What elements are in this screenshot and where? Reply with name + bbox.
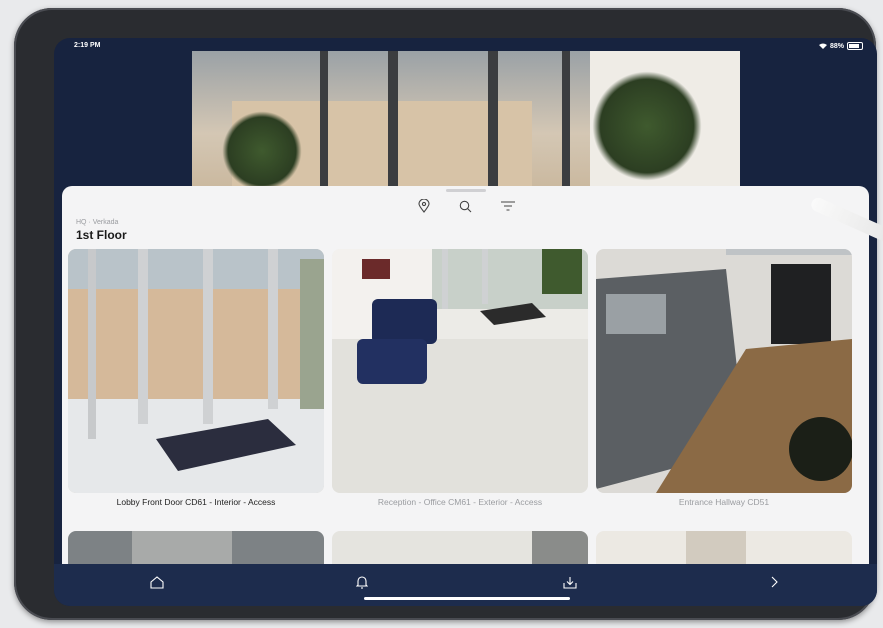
ipad-device: 2:19 PM 88% HQ · Verkada 1st Floor Lobby… bbox=[14, 8, 877, 620]
camera-thumbnail bbox=[332, 249, 588, 493]
search-icon[interactable] bbox=[458, 198, 474, 214]
filter-icon[interactable] bbox=[500, 198, 516, 214]
camera-label[interactable]: Entrance Hallway CD51 bbox=[596, 497, 852, 507]
camera-thumbnail bbox=[532, 531, 588, 564]
chevron-right-icon[interactable] bbox=[764, 572, 784, 592]
download-icon[interactable] bbox=[560, 572, 580, 592]
battery-percent: 88% bbox=[829, 42, 844, 50]
camera-tile[interactable] bbox=[596, 531, 852, 564]
tab-bar bbox=[54, 564, 877, 606]
camera-tile[interactable] bbox=[332, 249, 588, 493]
door-frame bbox=[388, 51, 398, 201]
status-right: 88% bbox=[818, 42, 863, 50]
camera-tile[interactable] bbox=[596, 249, 852, 493]
camera-tile[interactable] bbox=[68, 249, 324, 493]
page-title: 1st Floor bbox=[76, 228, 127, 242]
camera-thumbnail bbox=[132, 531, 232, 564]
camera-label[interactable]: Lobby Front Door CD61 - Interior - Acces… bbox=[68, 497, 324, 507]
home-icon[interactable] bbox=[147, 572, 167, 592]
sheet-grabber[interactable] bbox=[446, 189, 486, 192]
camera-tile[interactable] bbox=[332, 531, 588, 564]
battery-icon bbox=[847, 42, 863, 50]
camera-thumbnail bbox=[686, 531, 746, 564]
sheet-toolbar bbox=[62, 198, 869, 216]
plant bbox=[592, 71, 702, 181]
door-frame bbox=[488, 51, 498, 201]
camera-thumbnail bbox=[68, 249, 324, 493]
bell-icon[interactable] bbox=[352, 572, 372, 592]
wifi-icon bbox=[818, 43, 827, 49]
plant bbox=[222, 111, 302, 191]
home-indicator[interactable] bbox=[364, 597, 570, 600]
location-pin-icon[interactable] bbox=[416, 198, 432, 214]
status-time: 2:19 PM bbox=[74, 42, 101, 49]
door-frame bbox=[320, 51, 328, 201]
camera-sheet: HQ · Verkada 1st Floor Lobby Front Door … bbox=[62, 186, 869, 564]
camera-label[interactable]: Reception - Office CM61 - Exterior - Acc… bbox=[332, 497, 588, 507]
camera-thumbnail bbox=[596, 249, 852, 493]
app-screen: 2:19 PM 88% HQ · Verkada 1st Floor Lobby… bbox=[54, 38, 877, 606]
door-frame bbox=[562, 51, 570, 201]
live-camera-view[interactable] bbox=[192, 51, 740, 201]
camera-tile[interactable] bbox=[68, 531, 324, 564]
breadcrumb[interactable]: HQ · Verkada bbox=[76, 219, 118, 226]
